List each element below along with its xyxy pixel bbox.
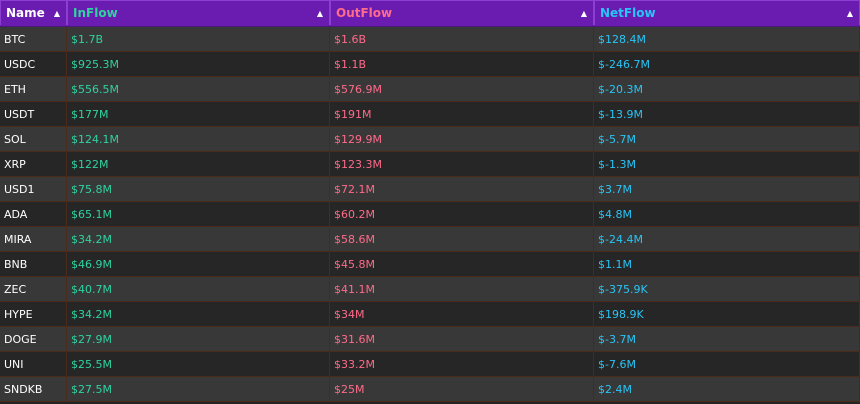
- cell-netflow: $-375.9K: [594, 277, 860, 302]
- cell-name: ETH: [0, 77, 67, 102]
- cell-netflow: $128.4M: [594, 27, 860, 52]
- cell-netflow: $4.8M: [594, 202, 860, 227]
- cell-outflow: $33.2M: [330, 352, 594, 377]
- cell-netflow: $198.9K: [594, 302, 860, 327]
- cell-name: ADA: [0, 202, 67, 227]
- cell-netflow: $-24.4M: [594, 227, 860, 252]
- cell-inflow: $556.5M: [67, 77, 330, 102]
- sort-asc-icon[interactable]: ▲: [847, 1, 853, 26]
- cell-inflow: $27.5M: [67, 377, 330, 402]
- cell-netflow: $1.1M: [594, 252, 860, 277]
- cell-outflow: $41.1M: [330, 277, 594, 302]
- cell-outflow: $45.8M: [330, 252, 594, 277]
- cell-name: SNDKB: [0, 377, 67, 402]
- cell-outflow: $1.6B: [330, 27, 594, 52]
- table-row[interactable]: HYPE $34.2M $34M $198.9K: [0, 302, 860, 327]
- cell-netflow: $2.4M: [594, 377, 860, 402]
- cell-outflow: $72.1M: [330, 177, 594, 202]
- cell-name: DOGE: [0, 327, 67, 352]
- column-header-name[interactable]: Name ▲: [0, 0, 67, 25]
- column-header-netflow[interactable]: NetFlow ▲: [594, 0, 860, 25]
- cell-inflow: $925.3M: [67, 52, 330, 77]
- cell-name: BTC: [0, 27, 67, 52]
- cell-inflow: $124.1M: [67, 127, 330, 152]
- column-header-outflow-label: OutFlow: [336, 6, 393, 20]
- sort-asc-icon[interactable]: ▲: [317, 1, 323, 26]
- cell-inflow: $25.5M: [67, 352, 330, 377]
- cell-inflow: $34.2M: [67, 227, 330, 252]
- cell-name: BNB: [0, 252, 67, 277]
- cell-netflow: $-3.7M: [594, 327, 860, 352]
- cell-outflow: $123.3M: [330, 152, 594, 177]
- cell-outflow: $129.9M: [330, 127, 594, 152]
- column-header-inflow-label: InFlow: [73, 6, 118, 20]
- cell-name: HYPE: [0, 302, 67, 327]
- table-row[interactable]: USDT $177M $191M $-13.9M: [0, 102, 860, 127]
- table-row[interactable]: BNB $46.9M $45.8M $1.1M: [0, 252, 860, 277]
- cell-netflow: $-7.6M: [594, 352, 860, 377]
- cell-netflow: $-20.3M: [594, 77, 860, 102]
- table-row[interactable]: SOL $124.1M $129.9M $-5.7M: [0, 127, 860, 152]
- cell-inflow: $75.8M: [67, 177, 330, 202]
- cell-name: MIRA: [0, 227, 67, 252]
- cell-inflow: $1.7B: [67, 27, 330, 52]
- cell-inflow: $65.1M: [67, 202, 330, 227]
- cell-netflow: $3.7M: [594, 177, 860, 202]
- table-row[interactable]: BTC $1.7B $1.6B $128.4M: [0, 27, 860, 52]
- cell-name: SOL: [0, 127, 67, 152]
- cell-name: ZEC: [0, 277, 67, 302]
- cell-netflow: $-246.7M: [594, 52, 860, 77]
- table-row[interactable]: UNI $25.5M $33.2M $-7.6M: [0, 352, 860, 377]
- column-header-netflow-label: NetFlow: [600, 6, 656, 20]
- cell-inflow: $34.2M: [67, 302, 330, 327]
- cell-name: XRP: [0, 152, 67, 177]
- cell-outflow: $58.6M: [330, 227, 594, 252]
- column-header-outflow[interactable]: OutFlow ▲: [330, 0, 594, 25]
- table-row[interactable]: SNDKB $27.5M $25M $2.4M: [0, 377, 860, 402]
- cell-inflow: $177M: [67, 102, 330, 127]
- cell-name: UNI: [0, 352, 67, 377]
- cell-outflow: $25M: [330, 377, 594, 402]
- table-row[interactable]: DOGE $27.9M $31.6M $-3.7M: [0, 327, 860, 352]
- table-row[interactable]: ADA $65.1M $60.2M $4.8M: [0, 202, 860, 227]
- cell-inflow: $122M: [67, 152, 330, 177]
- cell-outflow: $34M: [330, 302, 594, 327]
- sort-asc-icon[interactable]: ▲: [54, 1, 60, 26]
- cell-name: USDC: [0, 52, 67, 77]
- cell-name: USDT: [0, 102, 67, 127]
- column-header-name-label: Name: [6, 6, 45, 20]
- cell-outflow: $60.2M: [330, 202, 594, 227]
- cell-netflow: $-1.3M: [594, 152, 860, 177]
- cell-netflow: $-5.7M: [594, 127, 860, 152]
- cell-outflow: $1.1B: [330, 52, 594, 77]
- column-header-inflow[interactable]: InFlow ▲: [67, 0, 330, 25]
- table-row[interactable]: USD1 $75.8M $72.1M $3.7M: [0, 177, 860, 202]
- table-row[interactable]: ZEC $40.7M $41.1M $-375.9K: [0, 277, 860, 302]
- cell-netflow: $-13.9M: [594, 102, 860, 127]
- cell-outflow: $576.9M: [330, 77, 594, 102]
- cell-name: USD1: [0, 177, 67, 202]
- flow-table: Name ▲ InFlow ▲ OutFlow ▲ NetFlow ▲ BTC $…: [0, 0, 860, 404]
- sort-asc-icon[interactable]: ▲: [581, 1, 587, 26]
- cell-outflow: $31.6M: [330, 327, 594, 352]
- table-row[interactable]: ETH $556.5M $576.9M $-20.3M: [0, 77, 860, 102]
- table-row[interactable]: XRP $122M $123.3M $-1.3M: [0, 152, 860, 177]
- cell-inflow: $27.9M: [67, 327, 330, 352]
- table-row[interactable]: MIRA $34.2M $58.6M $-24.4M: [0, 227, 860, 252]
- table-row[interactable]: USDC $925.3M $1.1B $-246.7M: [0, 52, 860, 77]
- cell-inflow: $40.7M: [67, 277, 330, 302]
- table-header: Name ▲ InFlow ▲ OutFlow ▲ NetFlow ▲: [0, 0, 860, 27]
- cell-inflow: $46.9M: [67, 252, 330, 277]
- cell-outflow: $191M: [330, 102, 594, 127]
